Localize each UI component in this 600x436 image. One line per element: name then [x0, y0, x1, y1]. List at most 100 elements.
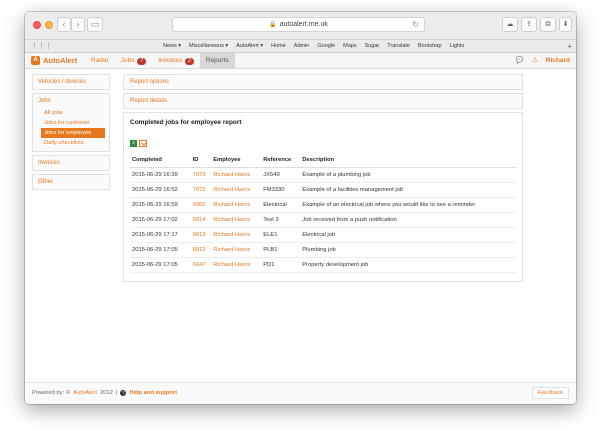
- cloud-icon: ☁: [506, 21, 514, 28]
- sidebar-item-other[interactable]: Other: [33, 175, 109, 189]
- report-details-toggle[interactable]: Report details: [123, 93, 523, 109]
- column-header-employee[interactable]: Employee: [211, 153, 262, 168]
- cell-employee[interactable]: Richard Harris: [211, 212, 262, 228]
- nav-item-radar[interactable]: Radar: [85, 53, 115, 69]
- download-button[interactable]: ⬇: [559, 17, 572, 32]
- sidebar-subitem-daily-checklists[interactable]: Daily checklists: [41, 138, 105, 148]
- table-header-row: Completed ID Employee Reference Description: [130, 153, 516, 168]
- footer-left: Powered by: © AutoAlert 2012 | ? Help an…: [32, 390, 177, 396]
- cell-id[interactable]: 6813: [190, 227, 212, 243]
- cell-completed: 2015-06-29 17:05: [130, 242, 191, 258]
- alert-icon[interactable]: ⚠: [532, 53, 538, 69]
- cell-employee[interactable]: Richard Harris: [211, 227, 262, 243]
- grid-icon[interactable]: ⋮⋮⋮: [31, 43, 52, 50]
- column-header-description[interactable]: Description: [300, 153, 516, 168]
- bookmark-item[interactable]: Miscellaneous ▾: [189, 40, 228, 53]
- bookmark-item[interactable]: Sugar: [365, 40, 380, 53]
- bookmark-item[interactable]: Maps: [343, 40, 356, 53]
- cell-description: Property development job: [300, 257, 516, 273]
- sidebar-group-other: Other: [32, 174, 110, 190]
- sidebar-subitem-jobs-for-customer[interactable]: Jobs for customer: [41, 118, 105, 128]
- cell-employee[interactable]: Richard Harris: [211, 242, 262, 258]
- footer-brand-link[interactable]: AutoAlert: [73, 390, 97, 396]
- sidebar-subitem-all-jobs[interactable]: All jobs: [41, 108, 105, 118]
- address-bar[interactable]: 🔒 autoalert.me.uk ↻: [172, 17, 425, 32]
- brand[interactable]: A AutoAlert: [31, 56, 77, 65]
- cell-id[interactable]: 6647: [190, 257, 212, 273]
- bookmark-item[interactable]: News ▾: [163, 40, 181, 53]
- cell-id[interactable]: 6814: [190, 212, 212, 228]
- cell-description: Electrical job: [300, 227, 516, 243]
- close-window-button[interactable]: [33, 21, 41, 29]
- sidebar-item-invoices[interactable]: Invoices: [33, 156, 109, 170]
- brand-name: AutoAlert: [43, 56, 78, 65]
- table-row[interactable]: 2015-06-29 17:02 6814 Richard Harris Test 3…: [130, 212, 516, 228]
- cell-completed: 2015-06-29 17:02: [130, 212, 191, 228]
- bookmark-item[interactable]: Translate: [387, 40, 410, 53]
- cell-employee[interactable]: Richard Harris: [211, 182, 262, 198]
- report-options-toggle[interactable]: Report options: [123, 74, 523, 90]
- user-menu[interactable]: Richard: [546, 53, 570, 69]
- cloud-tabs-button[interactable]: ☁: [502, 17, 518, 32]
- main-nav: Radar Jobs 7 Invoices 2 Reports: [85, 53, 235, 69]
- chevron-left-icon: ‹: [62, 19, 66, 29]
- table-row[interactable]: 2015-06-29 17:17 6813 Richard Harris ELE1 El…: [130, 227, 516, 243]
- table-row[interactable]: 2015-06-29 16:59 6962 Richard Harris Electr…: [130, 197, 516, 213]
- nav-item-reports[interactable]: Reports: [199, 53, 235, 69]
- table-row[interactable]: 2015-06-29 17:05 6647 Richard Harris PD1 Pro…: [130, 257, 516, 273]
- cell-reference: ELE1: [261, 227, 301, 243]
- sidebar-jobs-submenu: All jobs Jobs for customer Jobs for employ…: [33, 108, 109, 151]
- back-button[interactable]: ‹: [57, 17, 71, 32]
- bookmark-item[interactable]: Bootstrap: [418, 40, 442, 53]
- sidebar-toggle-button[interactable]: ▭: [87, 17, 103, 32]
- chat-icon[interactable]: 💬: [516, 53, 524, 69]
- share-button[interactable]: ⇪: [521, 17, 537, 32]
- minimize-window-button[interactable]: [45, 21, 53, 29]
- chevron-right-icon: ›: [76, 19, 80, 29]
- cell-reference: FM3330: [261, 182, 301, 198]
- nav-item-invoices[interactable]: Invoices 2: [152, 53, 200, 69]
- bookmark-item[interactable]: AutoAlert ▾: [236, 40, 263, 53]
- sidebar-item-jobs[interactable]: Jobs: [33, 94, 109, 108]
- bookmark-item[interactable]: Lights: [450, 40, 465, 53]
- table-row[interactable]: 2015-06-29 16:39 7073 Richard Harris JX540 E…: [130, 167, 516, 183]
- nav-item-label: Radar: [91, 57, 109, 64]
- forward-button[interactable]: ›: [71, 17, 85, 32]
- cell-reference: Electrical: [261, 197, 301, 213]
- sidebar-item-vehicles[interactable]: Vehicles / devices: [33, 75, 109, 89]
- cell-completed: 2015-06-29 16:52: [130, 182, 191, 198]
- email-report-icon[interactable]: [139, 140, 147, 147]
- reload-icon[interactable]: ↻: [412, 18, 419, 31]
- column-header-reference[interactable]: Reference: [261, 153, 301, 168]
- tabs-overview-button[interactable]: ⧉: [540, 17, 556, 32]
- cell-id[interactable]: 6812: [190, 242, 212, 258]
- cell-id[interactable]: 6962: [190, 197, 212, 213]
- column-header-completed[interactable]: Completed: [130, 153, 191, 168]
- cell-id[interactable]: 7073: [190, 167, 212, 183]
- sidebar-subitem-jobs-for-employee[interactable]: Jobs for employee: [41, 128, 105, 138]
- help-icon: ?: [120, 390, 127, 396]
- cell-id[interactable]: 7072: [190, 182, 212, 198]
- bookmark-item[interactable]: Google: [317, 40, 335, 53]
- table-row[interactable]: 2015-06-29 16:52 7072 Richard Harris FM3330…: [130, 182, 516, 198]
- cell-employee[interactable]: Richard Harris: [211, 167, 262, 183]
- table-row[interactable]: 2015-06-29 17:05 6812 Richard Harris PLB1 Pl…: [130, 242, 516, 258]
- bookmark-item[interactable]: Admin: [294, 40, 310, 53]
- cell-employee[interactable]: Richard Harris: [211, 197, 262, 213]
- sidebar-group-vehicles: Vehicles / devices: [32, 74, 110, 90]
- new-tab-icon[interactable]: +: [567, 40, 572, 53]
- feedback-button[interactable]: Feedback: [531, 387, 569, 399]
- column-header-id[interactable]: ID: [190, 153, 212, 168]
- cell-employee[interactable]: Richard Harris: [211, 257, 262, 273]
- help-link[interactable]: Help and support: [129, 390, 177, 396]
- cell-completed: 2015-06-29 17:17: [130, 227, 191, 243]
- bookmarks-bar: ⋮⋮⋮ News ▾ Miscellaneous ▾ AutoAlert ▾ Home…: [25, 40, 576, 53]
- nav-item-jobs[interactable]: Jobs 7: [115, 53, 153, 69]
- cell-description: Example of an electrical job where you w…: [300, 197, 516, 213]
- tabs-icon: ⧉: [545, 21, 551, 28]
- cell-reference: PLB1: [261, 242, 301, 258]
- cell-completed: 2015-06-29 16:59: [130, 197, 191, 213]
- download-icon: ⬇: [562, 21, 569, 28]
- excel-export-icon[interactable]: x: [130, 140, 137, 147]
- bookmark-item[interactable]: Home: [271, 40, 286, 53]
